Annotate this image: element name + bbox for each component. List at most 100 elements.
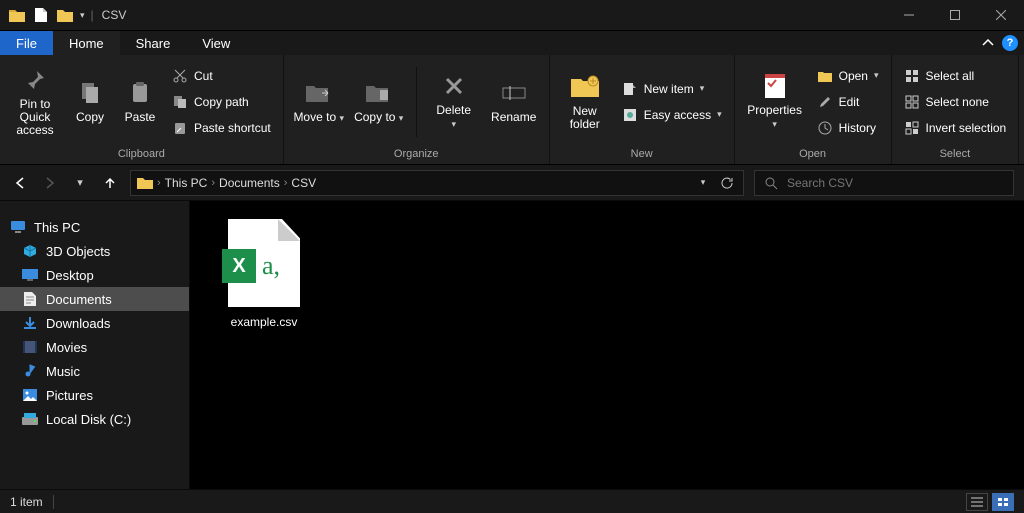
icons-view-button[interactable] xyxy=(992,493,1014,511)
folder-icon xyxy=(8,6,26,24)
easy-access-button[interactable]: Easy access ▾ xyxy=(618,104,726,126)
title-bar: ▾ | CSV xyxy=(0,0,1024,30)
drive-icon xyxy=(22,411,38,427)
navigation-pane: This PC 3D Objects Desktop Documents xyxy=(0,201,190,489)
search-input[interactable] xyxy=(787,176,1005,190)
minimize-button[interactable] xyxy=(886,0,932,30)
address-bar[interactable]: › This PC › Documents › CSV ▾ xyxy=(130,170,744,196)
recent-locations-button[interactable]: ▾ xyxy=(70,173,90,193)
new-item-icon xyxy=(622,81,638,97)
up-button[interactable] xyxy=(100,173,120,193)
close-button[interactable] xyxy=(978,0,1024,30)
new-folder-button[interactable]: New folder xyxy=(558,62,612,142)
select-none-button[interactable]: Select none xyxy=(900,91,1011,113)
move-to-icon xyxy=(305,79,333,107)
cut-button[interactable]: Cut xyxy=(168,65,275,87)
sidebar-item-movies[interactable]: Movies xyxy=(0,335,189,359)
copy-button[interactable]: Copy xyxy=(68,62,112,142)
back-button[interactable] xyxy=(10,173,30,193)
sidebar-item-desktop[interactable]: Desktop xyxy=(0,263,189,287)
delete-button[interactable]: Delete▾ xyxy=(427,62,481,142)
pin-to-quick-access-button[interactable]: Pin to Quick access xyxy=(8,62,62,142)
sidebar-item-music[interactable]: Music xyxy=(0,359,189,383)
invert-selection-button[interactable]: Invert selection xyxy=(900,117,1011,139)
document-icon[interactable] xyxy=(32,6,50,24)
downloads-icon xyxy=(22,315,38,331)
copy-to-button[interactable]: Copy to ▾ xyxy=(352,62,406,142)
breadcrumb-current[interactable]: CSV xyxy=(291,176,316,190)
invert-selection-icon xyxy=(904,120,920,136)
sidebar-item-pictures[interactable]: Pictures xyxy=(0,383,189,407)
ribbon-group-new: New folder New item ▾ Easy access ▾ xyxy=(550,55,735,164)
edit-button[interactable]: Edit xyxy=(813,91,883,113)
desktop-icon xyxy=(22,267,38,283)
sidebar-item-documents[interactable]: Documents xyxy=(0,287,189,311)
select-none-icon xyxy=(904,94,920,110)
music-icon xyxy=(22,363,38,379)
ribbon-group-organize: Move to ▾ Copy to ▾ Delete▾ xyxy=(284,55,550,164)
file-list[interactable]: X a, example.csv xyxy=(190,201,1024,489)
paste-button[interactable]: Paste xyxy=(118,62,162,142)
edit-icon xyxy=(817,94,833,110)
window-title: CSV xyxy=(102,8,127,22)
help-icon[interactable]: ? xyxy=(1002,35,1018,51)
paste-shortcut-button[interactable]: Paste shortcut xyxy=(168,117,275,139)
folder-icon[interactable] xyxy=(56,6,74,24)
history-button[interactable]: History xyxy=(813,117,883,139)
ribbon-group-select: Select all Select none Invert selection xyxy=(892,55,1020,164)
copy-path-button[interactable]: Copy path xyxy=(168,91,275,113)
breadcrumb-documents[interactable]: Documents xyxy=(219,176,280,190)
tab-home[interactable]: Home xyxy=(53,31,120,55)
ribbon-group-clipboard: Pin to Quick access Copy Paste xyxy=(0,55,284,164)
folder-icon xyxy=(137,175,153,191)
tab-file[interactable]: File xyxy=(0,31,53,55)
chevron-right-icon[interactable]: › xyxy=(284,177,288,189)
forward-button[interactable] xyxy=(40,173,60,193)
qat-dropdown-icon[interactable]: ▾ xyxy=(80,10,85,21)
copy-icon xyxy=(76,79,104,107)
sidebar-item-3d-objects[interactable]: 3D Objects xyxy=(0,239,189,263)
sidebar-item-this-pc[interactable]: This PC xyxy=(0,215,189,239)
separator: | xyxy=(91,8,94,22)
search-box[interactable] xyxy=(754,170,1014,196)
new-item-button[interactable]: New item ▾ xyxy=(618,78,726,100)
file-item[interactable]: X a, example.csv xyxy=(214,219,314,329)
sidebar-item-downloads[interactable]: Downloads xyxy=(0,311,189,335)
tab-share[interactable]: Share xyxy=(120,31,187,55)
3d-objects-icon xyxy=(22,243,38,259)
copy-to-icon xyxy=(365,79,393,107)
properties-icon xyxy=(761,72,789,100)
paste-shortcut-icon xyxy=(172,120,188,136)
movies-icon xyxy=(22,339,38,355)
csv-file-icon: X a, xyxy=(228,219,300,307)
breadcrumb-this-pc[interactable]: This PC xyxy=(165,176,208,190)
properties-button[interactable]: Properties▾ xyxy=(743,62,807,142)
move-to-button[interactable]: Move to ▾ xyxy=(292,62,346,142)
open-button[interactable]: Open ▾ xyxy=(813,65,883,87)
easy-access-icon xyxy=(622,107,638,123)
group-label: Organize xyxy=(284,148,549,164)
tab-view[interactable]: View xyxy=(186,31,246,55)
select-all-button[interactable]: Select all xyxy=(900,65,1011,87)
refresh-button[interactable] xyxy=(717,173,737,193)
scissors-icon xyxy=(172,68,188,84)
pictures-icon xyxy=(22,387,38,403)
details-view-button[interactable] xyxy=(966,493,988,511)
sidebar-item-local-disk[interactable]: Local Disk (C:) xyxy=(0,407,189,431)
pin-icon xyxy=(21,66,49,94)
rename-icon xyxy=(500,79,528,107)
chevron-right-icon[interactable]: › xyxy=(211,177,215,189)
rename-button[interactable]: Rename xyxy=(487,62,541,142)
item-count: 1 item xyxy=(10,495,43,509)
group-label: Select xyxy=(892,148,1019,164)
search-icon xyxy=(763,175,779,191)
group-label: New xyxy=(550,148,734,164)
address-dropdown-icon[interactable]: ▾ xyxy=(693,173,713,193)
chevron-right-icon[interactable]: › xyxy=(157,177,161,189)
maximize-button[interactable] xyxy=(932,0,978,30)
documents-icon xyxy=(22,291,38,307)
ribbon: Pin to Quick access Copy Paste xyxy=(0,55,1024,165)
collapse-ribbon-icon[interactable] xyxy=(982,39,994,47)
group-label: Clipboard xyxy=(0,148,283,164)
this-pc-icon xyxy=(10,219,26,235)
